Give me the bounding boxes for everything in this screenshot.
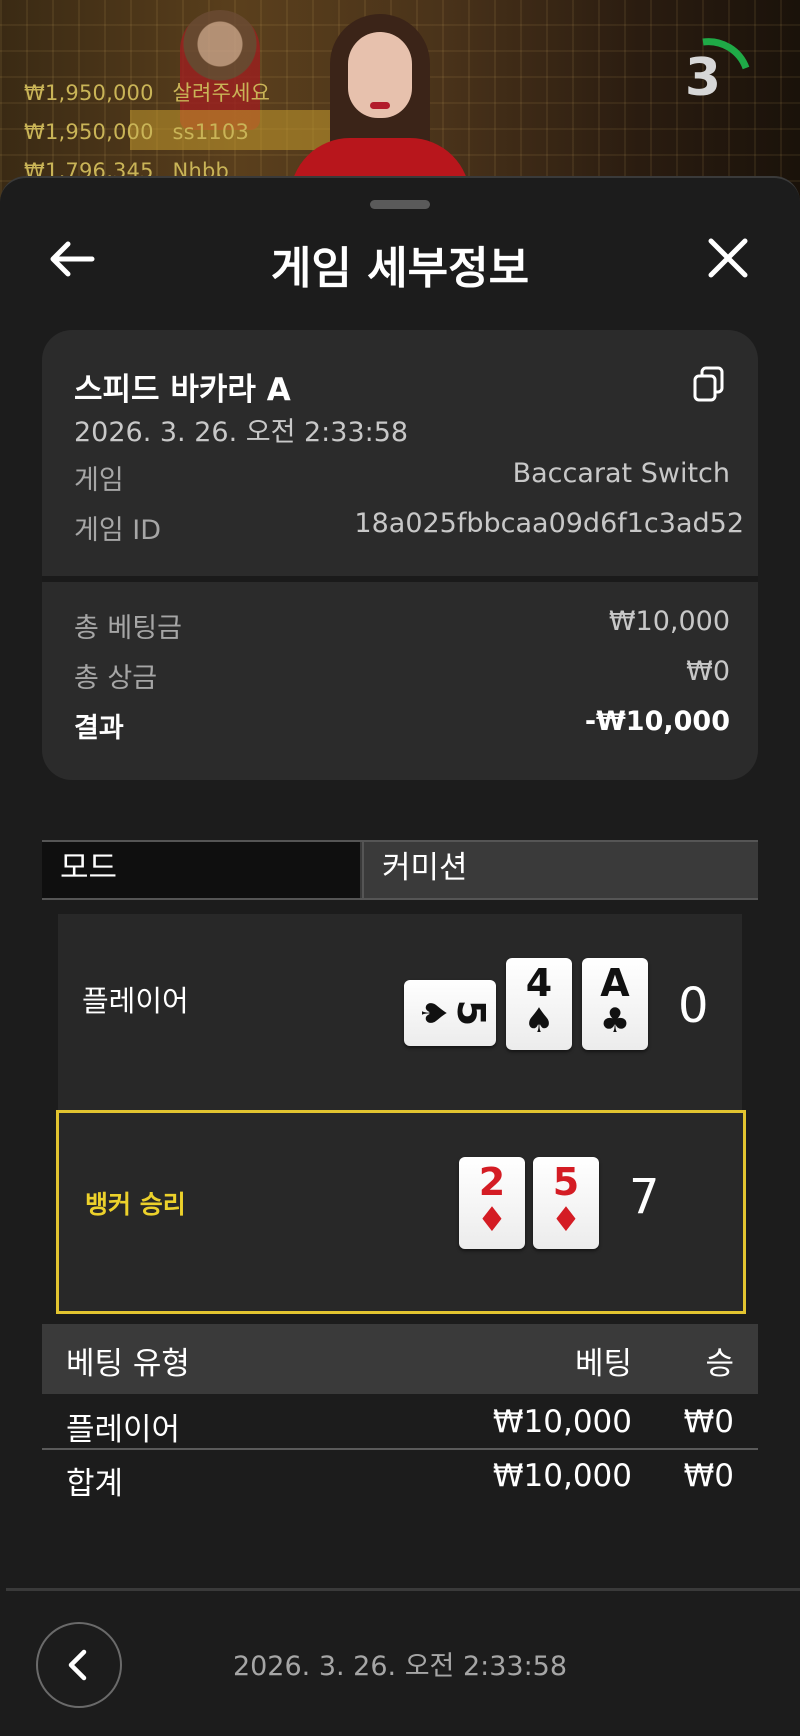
win-amount-cell: ₩0 [683,1404,734,1440]
mode-tabs: 모드 커미션 [42,840,758,900]
total-win-value: ₩0 [686,656,730,687]
banker-score: 7 [629,1169,660,1225]
timer-seconds: 3 [684,48,722,108]
tab-mode[interactable]: 모드 [42,842,360,898]
bet-type-cell: 플레이어 [66,1412,181,1448]
leaderboard-row: ₩1,950,000 살려주세요 [24,74,270,113]
winners-leaderboard: ₩1,950,000 살려주세요 ₩1,950,000 ss1103 ₩1,79… [24,74,270,191]
club-suit-icon: ♣ [599,1001,631,1041]
player-hand-label: 플레이어 [82,984,189,1018]
game-summary-card: 스피드 바카라 A 2026. 3. 26. 오전 2:33:58 게임 Bac… [42,330,758,780]
leaderboard-amount: ₩1,950,000 [24,81,154,105]
player-score: 0 [678,978,709,1034]
game-details-sheet: 게임 세부정보 스피드 바카라 A 2026. 3. 26. 오전 2:33:5… [0,176,800,1736]
header-bet: 베팅 [574,1346,632,1382]
total-bet-label: 총 베팅금 [74,613,182,644]
playing-card: 5 ♦ [533,1157,599,1249]
game-label: 게임 [74,465,124,496]
total-win-label: 총 상금 [74,663,158,694]
game-id-label: 게임 ID [74,515,162,546]
playing-card: A ♣ [582,958,648,1050]
leaderboard-name: 살려주세요 [172,81,271,105]
sheet-drag-handle[interactable] [370,200,430,209]
dealer-figure [290,8,470,208]
total-bet-cell: ₩10,000 [492,1458,632,1494]
game-value: Baccarat Switch [512,458,730,489]
spade-suit-icon: ♠ [523,1001,555,1041]
header-win: 승 [705,1346,734,1382]
total-win-cell: ₩0 [683,1458,734,1494]
card-rank: A [600,961,630,1005]
footer-divider [6,1588,800,1591]
result-label: 결과 [74,713,124,744]
banker-hand: 뱅커 승리 2 ♦ 5 ♦ 7 [56,1110,746,1314]
copy-icon [693,366,724,402]
total-label-cell: 합계 [66,1466,124,1502]
banker-win-label: 뱅커 승리 [85,1190,186,1219]
leaderboard-name: ss1103 [172,120,250,144]
spade-suit-icon: ♠ [413,997,453,1029]
leaderboard-amount: ₩1,950,000 [24,120,154,144]
player-hand: 플레이어 5 ♠ 4 ♠ A ♣ 0 [58,914,742,1114]
playing-card: 5 ♠ [404,980,496,1046]
bet-table-header: 베팅 유형 베팅 승 [42,1324,758,1394]
playing-card: 2 ♦ [459,1157,525,1249]
leaderboard-row: ₩1,950,000 ss1103 [24,113,270,152]
footer-datetime: 2026. 3. 26. 오전 2:33:58 [232,1651,568,1682]
playing-card: 4 ♠ [506,958,572,1050]
betting-countdown-timer: 3 [666,28,766,128]
close-button[interactable] [704,234,752,282]
bet-amount-cell: ₩10,000 [492,1404,632,1440]
page-title: 게임 세부정보 [270,243,530,294]
game-id-value: 18a025fbbcaa09d6f1c3ad52 [354,508,744,539]
result-value: -₩10,000 [584,706,730,737]
card-rank: 2 [478,1160,506,1204]
game-datetime: 2026. 3. 26. 오전 2:33:58 [74,417,409,448]
header-bet-type: 베팅 유형 [66,1346,190,1382]
total-bet-value: ₩10,000 [608,606,730,637]
card-rank: 5 [449,999,493,1027]
card-divider [42,576,758,582]
close-icon [708,238,748,278]
diamond-suit-icon: ♦ [476,1200,508,1240]
table-name: 스피드 바카라 A [74,372,291,408]
diamond-suit-icon: ♦ [550,1200,582,1240]
card-rank: 5 [552,1160,580,1204]
tab-commission[interactable]: 커미션 [362,842,758,898]
copy-button[interactable] [692,366,726,402]
row-divider [42,1448,758,1450]
card-rank: 4 [525,961,553,1005]
